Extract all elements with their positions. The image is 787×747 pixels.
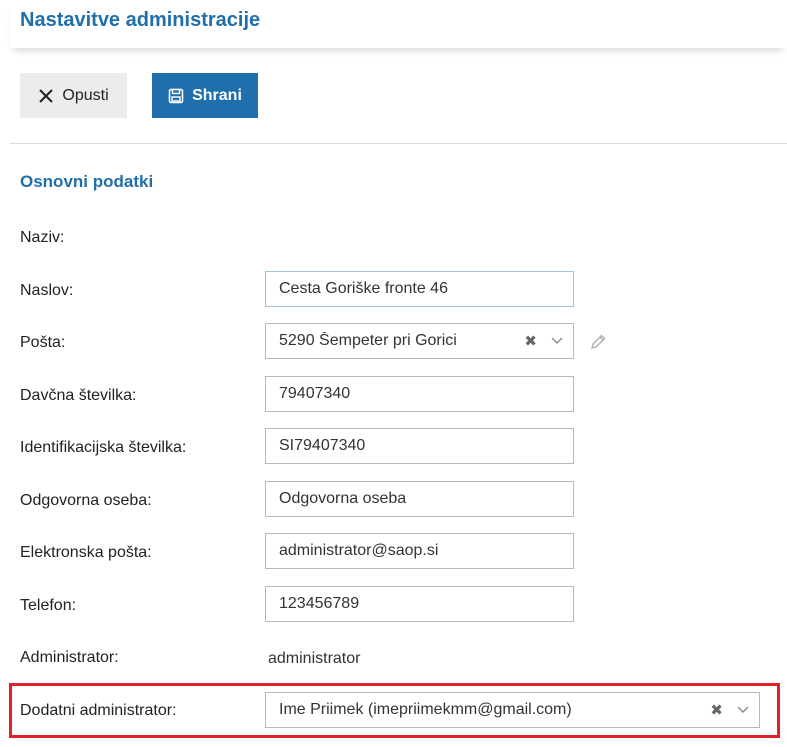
posta-select[interactable]: 5290 Šempeter pri Gorici ✖ bbox=[265, 323, 574, 359]
dodatni-value: Ime Priimek (imepriimekmm@gmail.com) bbox=[279, 701, 572, 718]
save-button[interactable]: Shrani bbox=[152, 73, 258, 118]
cancel-button[interactable]: Opusti bbox=[20, 73, 127, 118]
telefon-input[interactable]: 123456789 bbox=[265, 586, 574, 622]
davcna-label: Davčna številka: bbox=[20, 387, 137, 404]
odgovorna-value: Odgovorna oseba bbox=[279, 490, 407, 507]
posta-label: Pošta: bbox=[20, 334, 66, 351]
email-value: administrator@saop.si bbox=[279, 542, 439, 559]
telefon-label: Telefon: bbox=[20, 597, 77, 614]
dodatni-label: Dodatni administrator: bbox=[20, 702, 177, 719]
page-title: Nastavitve administracije bbox=[20, 9, 261, 31]
administrator-label: Administrator: bbox=[20, 649, 119, 666]
header-bar: Nastavitve administracije bbox=[10, 0, 787, 48]
close-icon bbox=[38, 88, 54, 104]
naslov-input[interactable]: Cesta Goriške fronte 46 bbox=[265, 271, 574, 307]
save-button-label: Shrani bbox=[192, 86, 242, 104]
davcna-input[interactable]: 79407340 bbox=[265, 376, 574, 412]
cancel-button-label: Opusti bbox=[62, 86, 109, 104]
email-input[interactable]: administrator@saop.si bbox=[265, 533, 574, 569]
naziv-label: Naziv: bbox=[20, 229, 65, 246]
section-title: Osnovni podatki bbox=[20, 172, 154, 191]
identifikacijska-label: Identifikacijska številka: bbox=[20, 439, 187, 456]
edit-pencil-icon[interactable] bbox=[589, 333, 607, 356]
save-icon bbox=[168, 88, 184, 104]
dodatni-select[interactable]: Ime Priimek (imepriimekmm@gmail.com) ✖ bbox=[265, 692, 760, 728]
identifikacijska-input[interactable]: SI79407340 bbox=[265, 428, 574, 464]
naslov-label: Naslov: bbox=[20, 282, 74, 299]
posta-value: 5290 Šempeter pri Gorici bbox=[279, 332, 457, 349]
chevron-down-icon[interactable] bbox=[551, 332, 563, 350]
davcna-value: 79407340 bbox=[279, 385, 351, 402]
email-label: Elektronska pošta: bbox=[20, 544, 152, 561]
divider bbox=[10, 143, 787, 144]
administrator-value: administrator bbox=[268, 650, 361, 667]
odgovorna-label: Odgovorna oseba: bbox=[20, 492, 152, 509]
identifikacijska-value: SI79407340 bbox=[279, 437, 366, 454]
clear-icon[interactable]: ✖ bbox=[524, 334, 537, 349]
clear-icon[interactable]: ✖ bbox=[710, 703, 723, 718]
odgovorna-input[interactable]: Odgovorna oseba bbox=[265, 481, 574, 517]
naslov-value: Cesta Goriške fronte 46 bbox=[279, 280, 448, 297]
telefon-value: 123456789 bbox=[279, 595, 360, 612]
chevron-down-icon[interactable] bbox=[737, 701, 749, 719]
